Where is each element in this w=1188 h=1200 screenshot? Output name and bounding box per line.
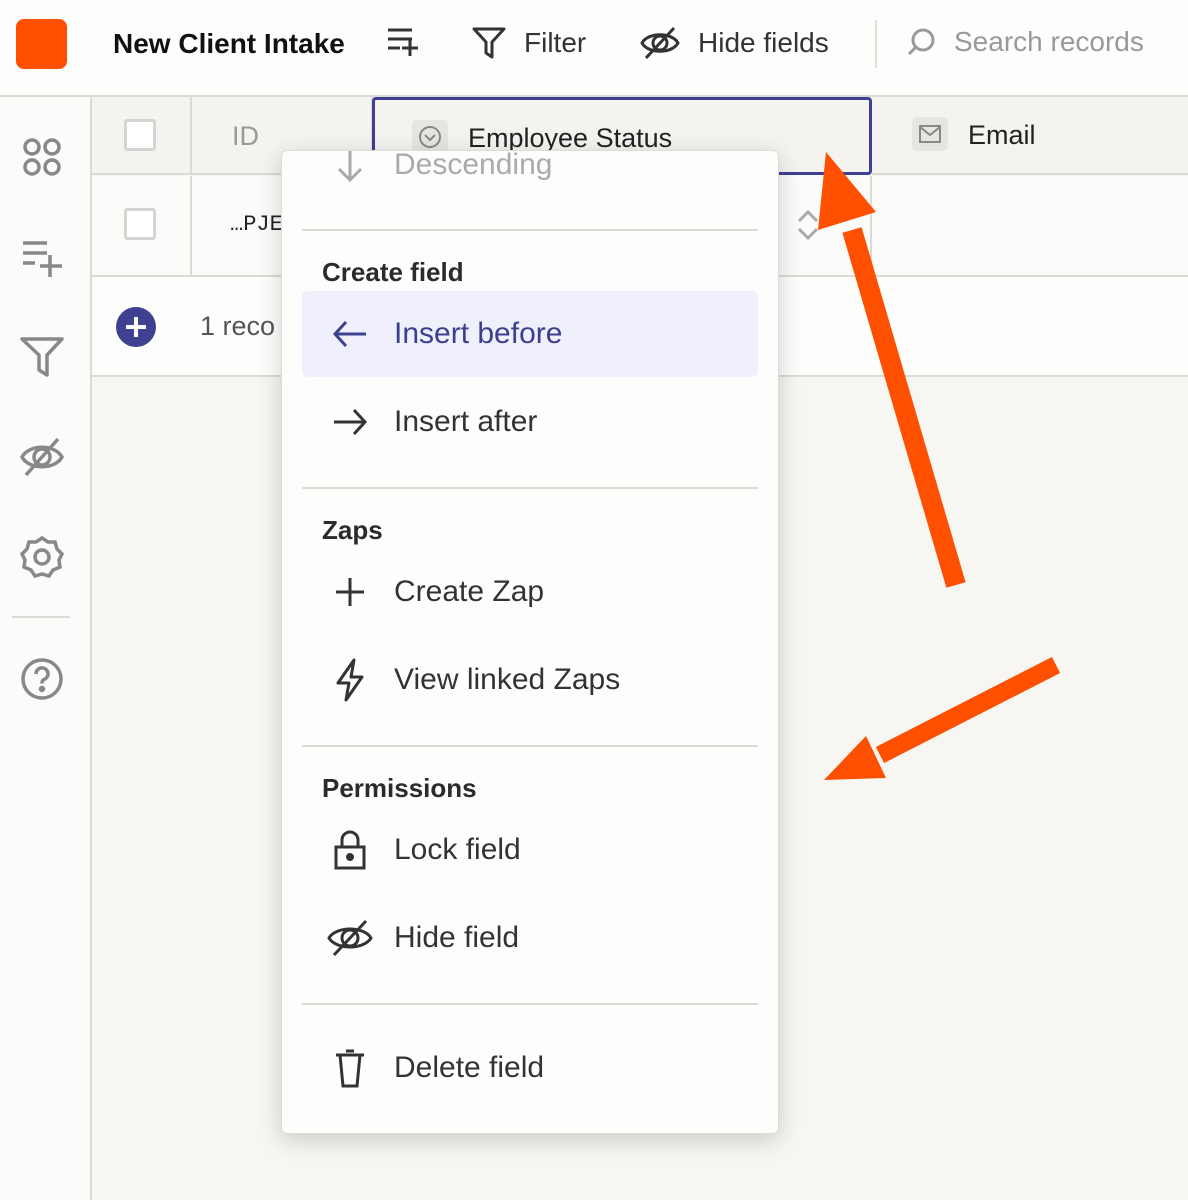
annotation-arrow-down-left [824,656,1061,780]
annotation-arrow-up [818,152,966,588]
annotation-arrows [818,152,1061,780]
